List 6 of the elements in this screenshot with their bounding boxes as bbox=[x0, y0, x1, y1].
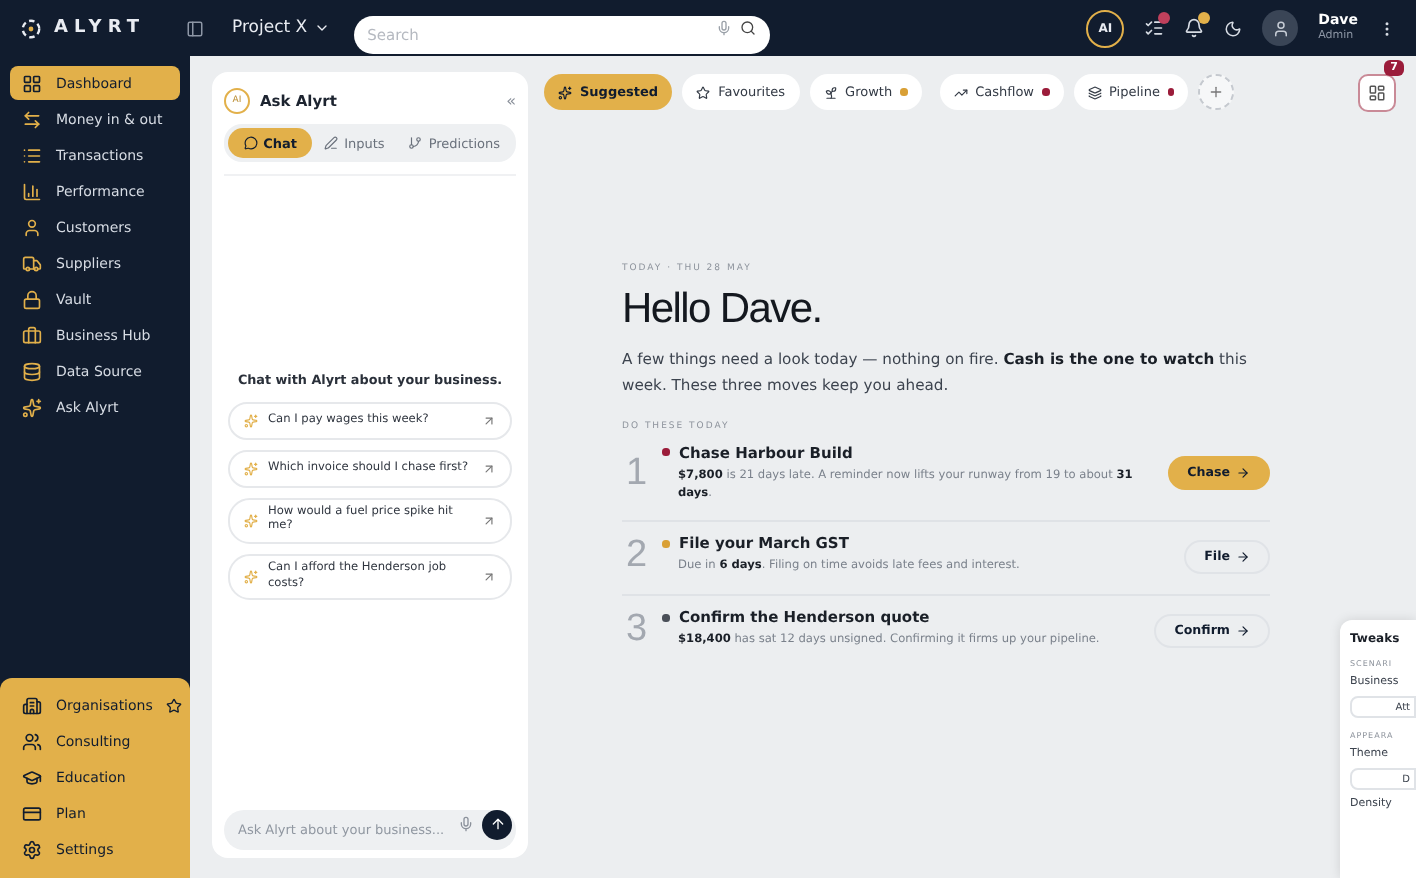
step-number: 1 bbox=[626, 451, 650, 496]
step-number: 3 bbox=[626, 608, 650, 653]
step-number: 2 bbox=[626, 534, 650, 579]
project-selector[interactable]: Project X bbox=[232, 18, 330, 38]
brand-name: ALYRT bbox=[54, 18, 145, 38]
greeting: Hello Dave. bbox=[622, 286, 824, 334]
